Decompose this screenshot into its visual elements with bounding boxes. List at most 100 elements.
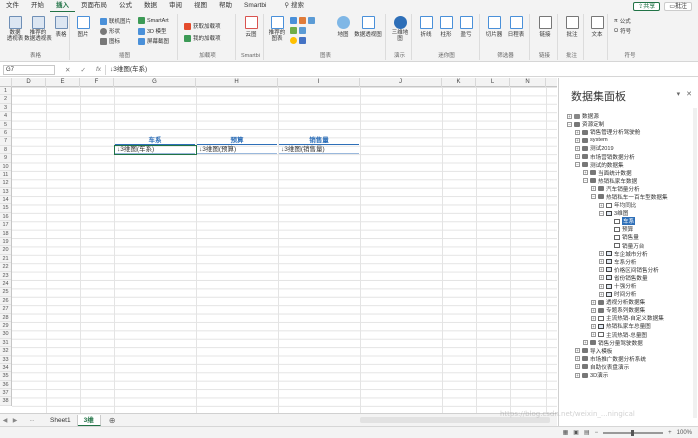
next-sheet-button[interactable]: ▶ xyxy=(10,417,20,424)
tab-data[interactable]: 数据 xyxy=(138,0,163,12)
tree-node[interactable]: + 热销私家车总量图 xyxy=(567,322,697,330)
online-picture-button[interactable]: 联机图片 xyxy=(100,17,131,25)
row-header-14[interactable]: 14 xyxy=(0,196,11,205)
cell-h7-value[interactable]: ↓3维图(预算) xyxy=(197,146,277,154)
link-button[interactable]: 链接 xyxy=(537,16,553,38)
row-header-4[interactable]: 4 xyxy=(0,112,11,121)
tree-node[interactable]: + 车系分析 xyxy=(567,258,697,266)
tab-view[interactable]: 视图 xyxy=(188,0,213,12)
col-header-f[interactable]: F xyxy=(80,78,114,87)
collapse-toggle-icon[interactable]: − xyxy=(599,210,604,216)
row-header-17[interactable]: 17 xyxy=(0,221,11,230)
timeline-button[interactable]: 日程表 xyxy=(506,16,526,38)
col-header-k[interactable]: K xyxy=(442,78,476,87)
col-header-n[interactable]: N xyxy=(510,78,546,87)
comment-insert-button[interactable]: 批注 xyxy=(564,16,580,38)
tab-insert[interactable]: 插入 xyxy=(50,0,75,12)
my-addins-button[interactable]: 我的加载项 xyxy=(184,34,221,42)
expand-toggle-icon[interactable]: + xyxy=(591,186,596,192)
page-layout-view-icon[interactable]: ▣ xyxy=(573,429,579,436)
tab-review[interactable]: 审阅 xyxy=(163,0,188,12)
expand-toggle-icon[interactable]: + xyxy=(599,291,604,297)
col-header-e[interactable]: E xyxy=(46,78,80,87)
tree-node[interactable]: + 透视分析数据集 xyxy=(567,298,697,306)
tree-node[interactable]: + 销售分量驾驶数据 xyxy=(567,339,697,347)
col-header-l[interactable]: L xyxy=(476,78,510,87)
page-break-view-icon[interactable]: ▤ xyxy=(584,429,590,436)
tree-node[interactable]: 预算 xyxy=(567,225,697,233)
row-header-24[interactable]: 24 xyxy=(0,280,11,289)
row-header-9[interactable]: 9 xyxy=(0,154,11,163)
cell-h6-header[interactable]: 预算 xyxy=(197,137,277,146)
expand-toggle-icon[interactable]: + xyxy=(575,372,580,378)
tree-node[interactable]: + 自助仪表盘演示 xyxy=(567,363,697,371)
row-header-10[interactable]: 10 xyxy=(0,163,11,171)
smartart-button[interactable]: SmartArt xyxy=(138,17,169,24)
formula-input[interactable]: ↓3维图(车系) xyxy=(105,64,698,75)
normal-view-icon[interactable]: ▦ xyxy=(563,429,569,436)
expand-toggle-icon[interactable]: + xyxy=(591,299,596,305)
tree-node[interactable]: − 热销私车一百车型数据集 xyxy=(567,193,697,201)
row-header-19[interactable]: 19 xyxy=(0,238,11,247)
tree-node[interactable]: + 主流热销-总量图 xyxy=(567,331,697,339)
tree-node[interactable]: − 3维图 xyxy=(567,209,697,217)
row-header-2[interactable]: 2 xyxy=(0,95,11,104)
prev-sheet-button[interactable]: ◀ xyxy=(0,417,10,424)
expand-toggle-icon[interactable]: + xyxy=(575,129,580,135)
row-header-8[interactable]: 8 xyxy=(0,146,11,155)
expand-toggle-icon[interactable]: + xyxy=(575,356,580,362)
row-header-26[interactable]: 26 xyxy=(0,297,11,306)
cloud-chart-button[interactable]: 云图 xyxy=(243,16,259,38)
tree-node[interactable]: + 时间分析 xyxy=(567,290,697,298)
sparkline-winloss-button[interactable]: 盈亏 xyxy=(458,16,474,38)
equation-button[interactable]: π 公式 xyxy=(614,17,631,25)
tree-node[interactable]: + 专题系列数据集 xyxy=(567,306,697,314)
sparkline-column-button[interactable]: 柱形 xyxy=(438,16,454,38)
more-sheets-button[interactable]: ... xyxy=(20,417,44,423)
expand-toggle-icon[interactable]: + xyxy=(599,283,604,289)
row-header-28[interactable]: 28 xyxy=(0,314,11,322)
row-header-18[interactable]: 18 xyxy=(0,230,11,239)
sparkline-line-button[interactable]: 折线 xyxy=(418,16,434,38)
zoom-level[interactable]: 100% xyxy=(677,430,692,436)
expand-toggle-icon[interactable]: + xyxy=(599,251,604,257)
line-chart-menu[interactable] xyxy=(290,27,308,34)
tree-node[interactable]: + 十强分析 xyxy=(567,282,697,290)
tree-node[interactable]: + 年均同比 xyxy=(567,201,697,209)
panel-options-icon[interactable]: ▾ xyxy=(677,90,681,98)
col-header-g[interactable]: G xyxy=(114,78,196,87)
expand-toggle-icon[interactable]: + xyxy=(591,332,596,338)
expand-toggle-icon[interactable]: + xyxy=(599,275,604,281)
tree-node[interactable]: + 市场推广数据分析系统 xyxy=(567,355,697,363)
tab-home[interactable]: 开始 xyxy=(25,0,50,12)
zoom-slider-knob[interactable] xyxy=(631,429,635,436)
tree-node[interactable]: + 车企城市分析 xyxy=(567,250,697,258)
row-header-30[interactable]: 30 xyxy=(0,330,11,339)
model3d-button[interactable]: 3D 模型 xyxy=(138,27,167,35)
row-header-29[interactable]: 29 xyxy=(0,322,11,331)
tree-node[interactable]: 销售量 xyxy=(567,233,697,241)
row-header-6[interactable]: 6 xyxy=(0,129,11,138)
row-header-38[interactable]: 38 xyxy=(0,397,11,406)
zoom-out-button[interactable]: − xyxy=(595,430,599,436)
collapse-toggle-icon[interactable]: − xyxy=(583,178,588,184)
expand-toggle-icon[interactable]: + xyxy=(591,315,596,321)
row-header-20[interactable]: 20 xyxy=(0,246,11,255)
row-header-13[interactable]: 13 xyxy=(0,188,11,197)
confirm-icon[interactable]: ✓ xyxy=(80,66,85,74)
tree-node[interactable]: + 当面统计数据 xyxy=(567,169,697,177)
row-header-31[interactable]: 31 xyxy=(0,339,11,348)
cell-area[interactable]: 车系 预算 销售量 ↓3维图(车系) ↓3维图(预算) ↓3维图(销售量) xyxy=(12,87,557,413)
tab-help[interactable]: 帮助 xyxy=(213,0,238,12)
tree-node[interactable]: + 导入模板 xyxy=(567,347,697,355)
tree-node[interactable]: + 市场营销数据分析 xyxy=(567,152,697,161)
get-addins-button[interactable]: 获取加载项 xyxy=(184,22,221,30)
picture-button[interactable]: 图片 xyxy=(76,16,90,38)
tree-node[interactable]: + 价格区间销售分析 xyxy=(567,266,697,274)
row-header-37[interactable]: 37 xyxy=(0,389,11,398)
row-header-21[interactable]: 21 xyxy=(0,255,11,264)
tree-node[interactable]: − 资源定制 xyxy=(567,120,697,128)
expand-toggle-icon[interactable]: + xyxy=(575,145,580,151)
share-button[interactable]: ⇪共享 xyxy=(633,1,661,11)
symbol-button[interactable]: Ω 符号 xyxy=(614,27,631,35)
